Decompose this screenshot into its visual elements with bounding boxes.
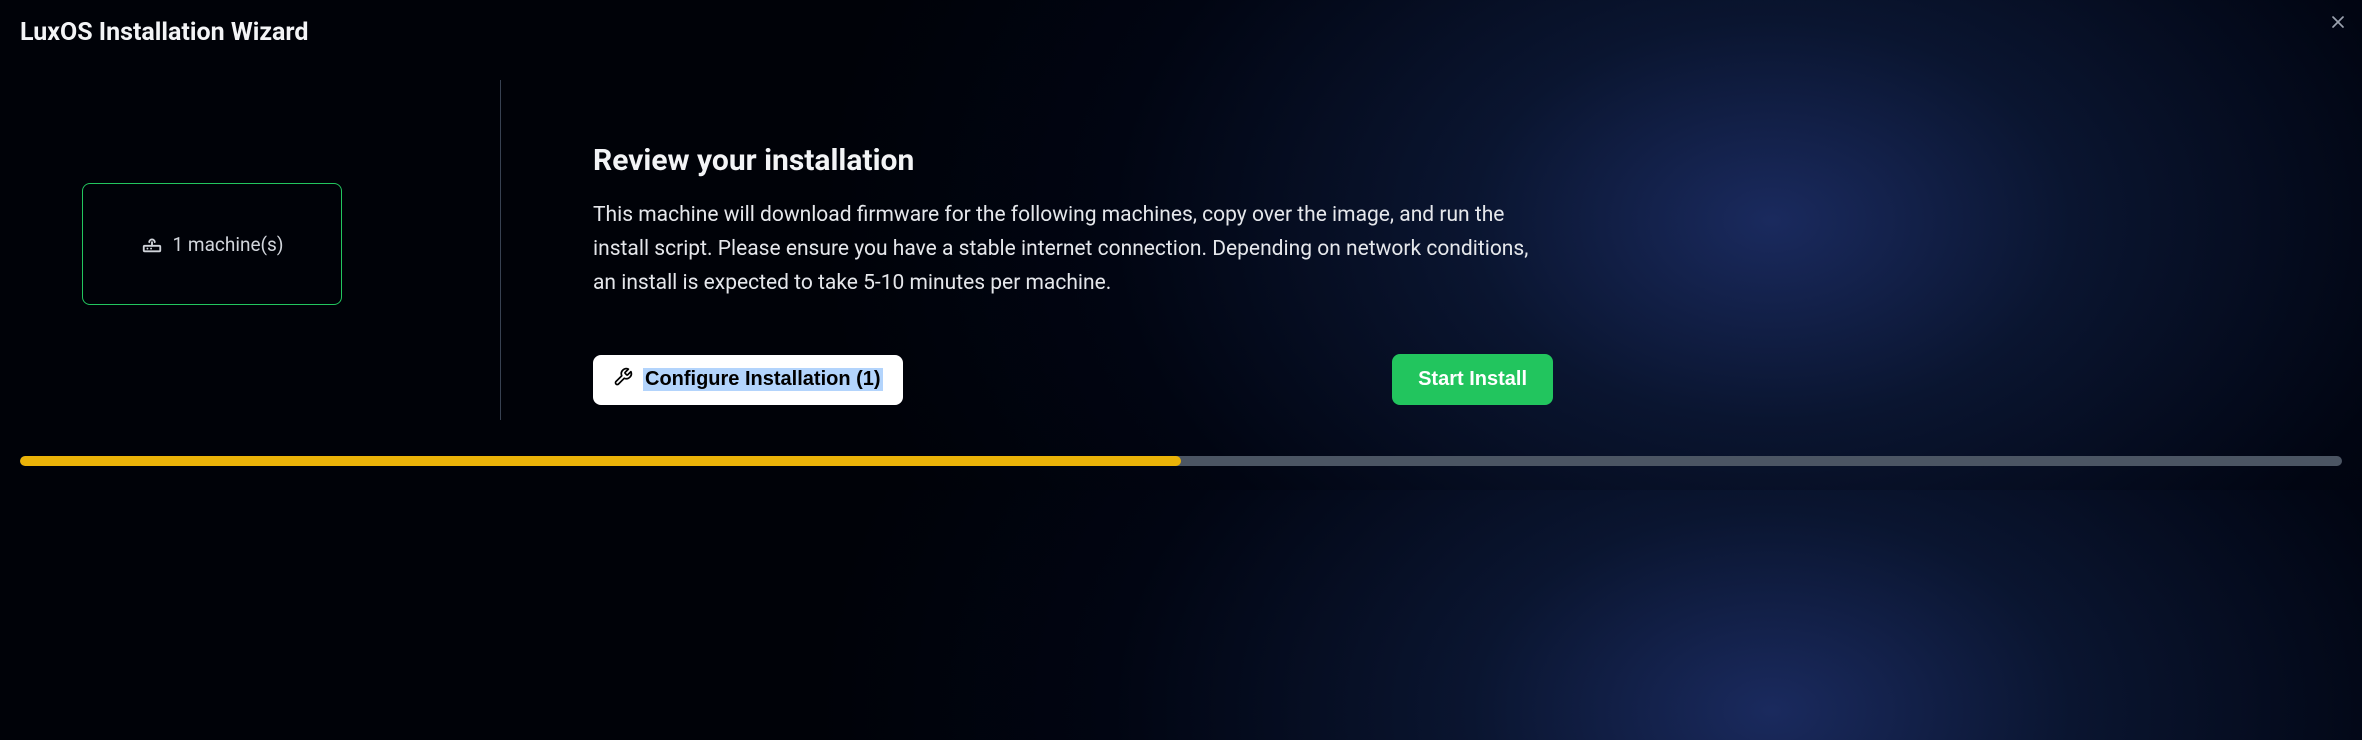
vertical-divider [500,80,501,420]
start-install-button[interactable]: Start Install [1392,354,1553,405]
review-description: This machine will download firmware for … [593,198,1553,300]
machine-count-text: 1 machine(s) [173,233,284,256]
progress-fill [20,456,1181,466]
router-icon [141,233,163,255]
progress-bar [20,456,2342,466]
close-icon [2328,12,2348,36]
wizard-title: LuxOS Installation Wizard [20,18,308,47]
machine-count-box[interactable]: 1 machine(s) [82,183,342,305]
close-button[interactable] [2322,8,2354,40]
configure-installation-button[interactable]: Configure Installation (1) [593,355,903,405]
wrench-icon [613,367,633,393]
configure-button-label: Configure Installation (1) [643,368,883,391]
review-heading: Review your installation [593,143,2322,178]
